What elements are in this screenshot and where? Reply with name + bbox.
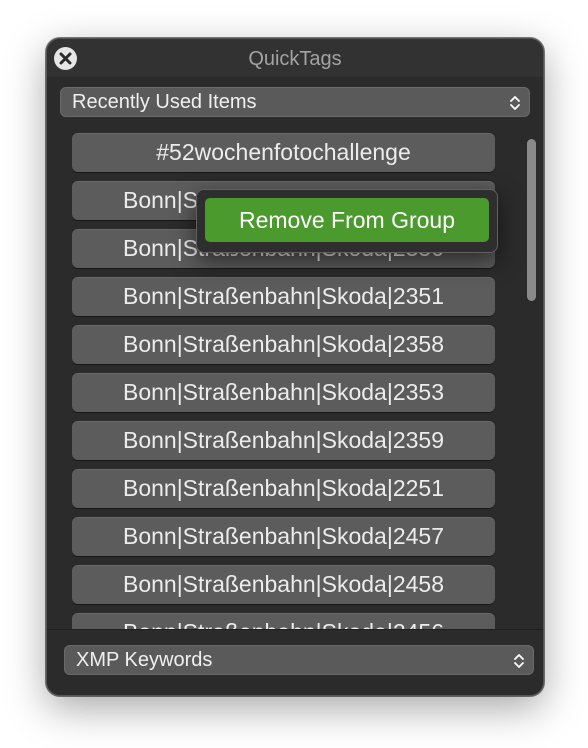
window-title: QuickTags: [248, 48, 342, 70]
tag-button[interactable]: Bonn|Straßenbahn|Skoda|2456: [72, 613, 495, 629]
tag-button[interactable]: #52wochenfotochallenge: [72, 133, 495, 172]
keyword-source-value: XMP Keywords: [76, 649, 213, 671]
updown-chevron-icon: [514, 654, 524, 668]
tag-button[interactable]: Bonn|Straßenbahn|Skoda|2359: [72, 421, 495, 460]
close-button[interactable]: [54, 47, 77, 70]
updown-chevron-icon: [510, 96, 520, 110]
tag-button[interactable]: Bonn|Straßenbahn|Skoda|2351: [72, 277, 495, 316]
keyword-source-popup[interactable]: XMP Keywords: [64, 645, 534, 675]
tag-button[interactable]: Bonn|Straßenbahn|Skoda|2353: [72, 373, 495, 412]
tag-button[interactable]: Bonn|Straßenbahn|Skoda|2458: [72, 565, 495, 604]
titlebar: QuickTags: [47, 39, 543, 77]
tag-button[interactable]: Bonn|Straßenbahn|Skoda|2251: [72, 469, 495, 508]
scrollbar-thumb[interactable]: [527, 139, 536, 301]
quicktags-window: QuickTags Recently Used Items #52wochenf…: [46, 38, 544, 696]
group-selector-value: Recently Used Items: [72, 91, 257, 113]
close-icon: [59, 52, 72, 65]
tag-button[interactable]: Bonn|Straßenbahn|Skoda|2358: [72, 325, 495, 364]
tag-button[interactable]: Bonn|Straßenbahn|Skoda|2457: [72, 517, 495, 556]
context-menu: Remove From Group: [196, 189, 498, 253]
group-selector-popup[interactable]: Recently Used Items: [60, 87, 530, 117]
remove-from-group-item[interactable]: Remove From Group: [205, 198, 489, 242]
